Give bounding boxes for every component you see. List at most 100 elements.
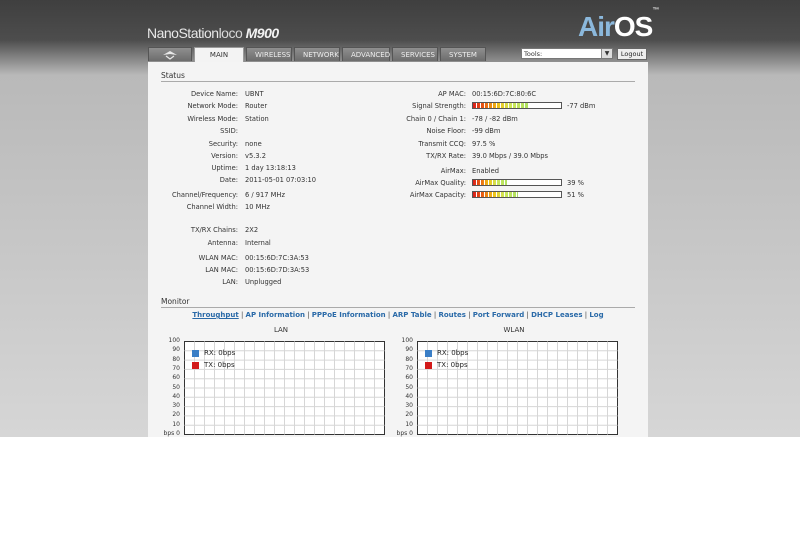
status-label: TX/RX Chains: [190, 226, 238, 234]
link-separator: | [238, 311, 246, 319]
status-label: Version: [211, 152, 238, 160]
status-value: 1 day 13:18:13 [245, 164, 296, 172]
tools-selected: Tools: [524, 50, 543, 58]
brand-name: NanoStation [147, 25, 219, 41]
status-label: AirMax: [440, 167, 466, 175]
y-tick-label: 90 [405, 346, 413, 354]
status-value: Enabled [472, 167, 500, 175]
legend-label: TX: 0bps [204, 361, 235, 369]
y-tick-label: 80 [172, 355, 180, 363]
status-value: Router [245, 102, 268, 110]
legend-swatch [425, 350, 432, 357]
monitor-link-routes[interactable]: Routes [438, 311, 465, 319]
status-label: SSID: [220, 127, 238, 135]
legend-swatch [425, 362, 432, 369]
status-value: -99 dBm [472, 127, 501, 135]
main-tabs: MAIN WIRELESS NETWORK ADVANCED SERVICES … [148, 47, 486, 62]
y-tick-label: 20 [405, 411, 413, 419]
status-value: Station [245, 115, 269, 123]
legend-label: RX: 0bps [204, 349, 236, 357]
status-label: AP MAC: [438, 90, 466, 98]
status-label: Signal Strength: [412, 102, 466, 110]
logo-tm: ™ [652, 6, 659, 14]
monitor-link-dhcp-leases[interactable]: DHCP Leases [531, 311, 582, 319]
status-label: AirMax Capacity: [409, 191, 466, 199]
tab-advanced-label: ADVANCED [351, 51, 391, 59]
status-label: Channel Width: [186, 203, 238, 211]
status-value: 51 % [567, 191, 584, 199]
status-value: 2X2 [245, 226, 259, 234]
logout-button[interactable]: Logout [617, 48, 647, 60]
tab-network-label: NETWORK [303, 51, 339, 59]
status-value: 39 % [567, 179, 584, 187]
lan-chart-title: LAN [273, 326, 289, 334]
y-tick-label: bps 0 [396, 430, 413, 437]
tab-services-label: SERVICES [401, 51, 435, 59]
y-tick-label: 60 [405, 374, 413, 382]
signal-meter-fill [473, 103, 528, 108]
status-value: v5.3.2 [245, 152, 266, 160]
tab-services[interactable]: SERVICES [392, 47, 438, 61]
tab-wireless[interactable]: WIRELESS [246, 47, 292, 61]
tab-ubiquiti-logo[interactable] [148, 47, 192, 61]
y-tick-label: 40 [172, 392, 180, 400]
tools-dropdown[interactable]: Tools: ▼ [521, 48, 613, 59]
status-label: LAN MAC: [205, 266, 238, 274]
status-label: Channel/Frequency: [171, 191, 238, 199]
monitor-link-throughput[interactable]: Throughput [192, 311, 238, 319]
y-tick-label: 10 [172, 420, 180, 428]
status-value: 00:15:6D:7C:3A:53 [245, 254, 309, 262]
status-value: none [245, 140, 262, 148]
logo-air: Air [578, 11, 615, 42]
legend-swatch [192, 362, 199, 369]
y-tick-label: 60 [172, 374, 180, 382]
tab-advanced[interactable]: ADVANCED [342, 47, 390, 61]
link-separator: | [304, 311, 312, 319]
brand-model: M900 [245, 25, 280, 41]
status-label: Network Mode: [187, 102, 238, 110]
status-label: LAN: [222, 278, 238, 286]
status-value: 10 MHz [245, 203, 270, 211]
status-label: Transmit CCQ: [418, 140, 466, 148]
status-label: Device Name: [191, 90, 238, 98]
tab-system[interactable]: SYSTEM [440, 47, 486, 61]
status-value: 00:15:6D:7D:3A:53 [245, 266, 310, 274]
signal-meter [472, 102, 562, 109]
status-label: Security: [208, 140, 238, 148]
y-tick-label: 40 [405, 392, 413, 400]
legend-label: RX: 0bps [437, 349, 469, 357]
y-tick-label: 50 [172, 383, 180, 391]
status-label: WLAN MAC: [198, 254, 238, 262]
tab-system-label: SYSTEM [449, 51, 477, 59]
monitor-link-pppoe-information[interactable]: PPPoE Information [312, 311, 386, 319]
status-value: 39.0 Mbps / 39.0 Mbps [472, 152, 549, 160]
monitor-link-ap-information[interactable]: AP Information [246, 311, 305, 319]
status-label: Chain 0 / Chain 1: [406, 115, 466, 123]
status-label: Uptime: [211, 164, 238, 172]
tab-main[interactable]: MAIN [194, 47, 244, 62]
tab-network[interactable]: NETWORK [294, 47, 340, 61]
airos-logo: AirOS™ [578, 7, 659, 43]
status-value: 2011-05-01 07:03:10 [245, 176, 317, 184]
status-value: -77 dBm [567, 102, 596, 110]
status-label: Noise Floor: [426, 127, 466, 135]
monitor-link-port-forward[interactable]: Port Forward [473, 311, 525, 319]
status-value: -78 / -82 dBm [472, 115, 518, 123]
y-tick-label: bps 0 [163, 430, 180, 437]
status-value: Unplugged [245, 278, 282, 286]
monitor-link-log[interactable]: Log [589, 311, 603, 319]
ubiquiti-logo-icon [163, 51, 177, 60]
wlan-chart-title: WLAN [503, 326, 525, 334]
y-tick-label: 100 [401, 337, 413, 344]
signal-meter [472, 191, 562, 198]
y-tick-label: 10 [405, 420, 413, 428]
y-tick-label: 20 [172, 411, 180, 419]
link-separator: | [465, 311, 473, 319]
y-tick-label: 50 [405, 383, 413, 391]
y-tick-label: 70 [405, 364, 413, 372]
status-value: 6 / 917 MHz [245, 191, 285, 199]
logo-os: OS [613, 11, 653, 42]
status-value: UBNT [245, 90, 264, 98]
monitor-link-arp-table[interactable]: ARP Table [392, 311, 431, 319]
chevron-down-icon[interactable]: ▼ [601, 49, 612, 58]
